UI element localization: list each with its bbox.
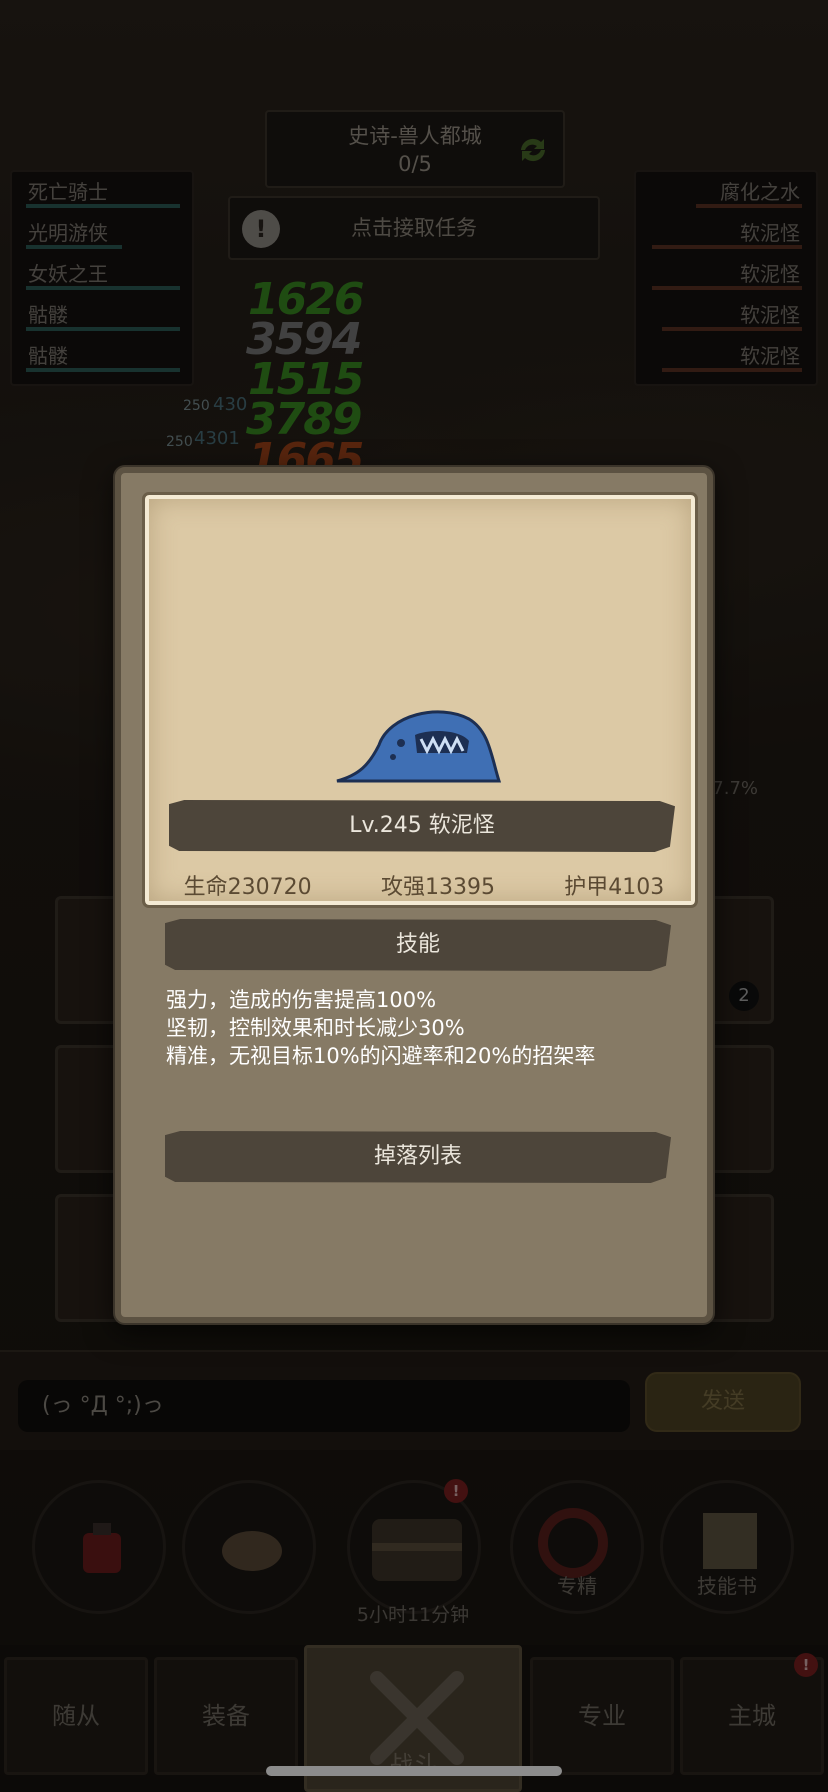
skills-list: 强力，造成的伤害提高100% 坚韧，控制效果和时长减少30% 精准，无视目标10… <box>166 986 676 1070</box>
monster-info-modal: Lv.245 软泥怪 生命230720 攻强13395 护甲4103 技能 强力… <box>115 467 713 1323</box>
skills-header: 技能 <box>165 919 671 971</box>
stat-armor: 护甲4103 <box>564 875 665 900</box>
drop-list-button[interactable]: 掉落列表 <box>165 1131 671 1183</box>
skill-description: 坚韧，控制效果和时长减少30% <box>166 1016 465 1040</box>
skill-description: 强力，造成的伤害提高100% <box>166 988 437 1012</box>
stat-hp: 生命230720 <box>183 875 312 900</box>
monster-stats: 生命230720 攻强13395 护甲4103 <box>149 869 699 901</box>
slime-monster-icon <box>336 710 502 783</box>
monster-portrait-card: Lv.245 软泥怪 生命230720 攻强13395 护甲4103 <box>142 492 698 908</box>
skill-description: 精准，无视目标10%的闪避率和20%的招架率 <box>166 1044 596 1068</box>
stat-attack: 攻强13395 <box>380 875 495 900</box>
monster-name-banner: Lv.245 软泥怪 <box>169 800 675 852</box>
